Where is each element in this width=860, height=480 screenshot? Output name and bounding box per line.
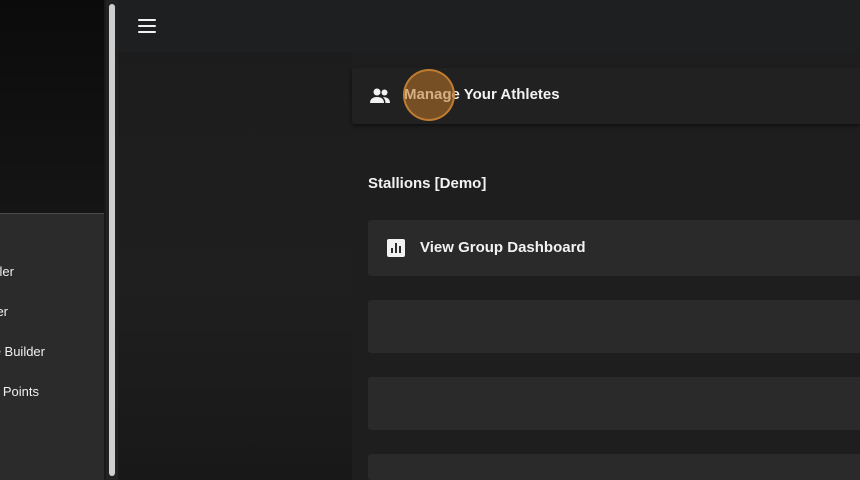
drawer-item-label: er bbox=[0, 303, 8, 319]
app-root: ler er e Builder Points bbox=[0, 0, 860, 480]
group-name-heading: Stallions [Demo] bbox=[368, 175, 487, 192]
manage-athletes-card[interactable]: Manage Your Athletes bbox=[352, 68, 860, 124]
menu-icon[interactable] bbox=[136, 16, 160, 36]
drawer-header-image bbox=[0, 0, 104, 214]
drawer-item-label: ler bbox=[0, 263, 14, 279]
navigation-drawer: ler er e Builder Points bbox=[0, 0, 104, 480]
list-item[interactable] bbox=[368, 454, 860, 480]
drawer-item-2[interactable]: er bbox=[0, 297, 104, 325]
drawer-item-3[interactable]: e Builder bbox=[0, 337, 104, 365]
main-area: Manage Your Athletes Stallions [Demo] Vi… bbox=[118, 0, 860, 480]
scrollbar-thumb[interactable] bbox=[109, 4, 115, 476]
drawer-item-4[interactable]: Points bbox=[0, 377, 104, 405]
drawer-item-1[interactable]: ler bbox=[0, 257, 104, 285]
manage-athletes-title: Manage Your Athletes bbox=[404, 86, 560, 103]
view-group-dashboard-label: View Group Dashboard bbox=[420, 239, 586, 256]
drawer-item-label: Points bbox=[2, 383, 39, 399]
bar-chart-icon bbox=[387, 239, 405, 257]
list-item[interactable] bbox=[368, 300, 860, 353]
list-item[interactable] bbox=[368, 377, 860, 430]
top-app-bar bbox=[118, 0, 860, 52]
people-icon bbox=[370, 88, 390, 103]
drawer-item-label: e Builder bbox=[0, 343, 45, 359]
view-group-dashboard-card[interactable]: View Group Dashboard bbox=[368, 220, 860, 276]
